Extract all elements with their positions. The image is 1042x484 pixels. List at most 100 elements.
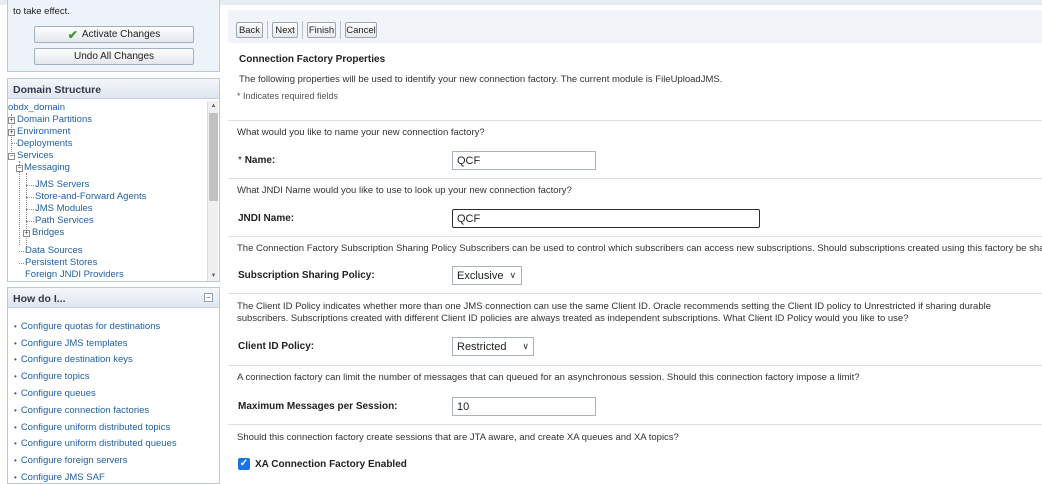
left-column: to take effect. ✔ Activate Changes Undo … xyxy=(7,0,220,484)
how-do-i-link[interactable]: Configure topics xyxy=(21,371,90,382)
bullet-icon: • xyxy=(14,422,17,432)
bullet-icon: • xyxy=(14,355,17,365)
name-label-text: Name: xyxy=(244,155,276,166)
chevron-down-icon: ∨ xyxy=(509,270,517,280)
how-do-i-link[interactable]: Configure JMS templates xyxy=(21,338,128,349)
domain-structure-panel: Domain Structure obdx_domain + Domain Pa… xyxy=(7,78,220,282)
list-item[interactable]: • Configure destination keys xyxy=(14,352,177,369)
how-do-i-list: • Configure quotas for destinations • Conf… xyxy=(14,318,177,484)
toolbar-separator xyxy=(302,21,303,39)
tree-item-deployments[interactable]: Deployments xyxy=(17,138,72,149)
bullet-icon: • xyxy=(14,456,17,466)
name-input[interactable] xyxy=(452,151,596,170)
tree-item-domain-partitions[interactable]: Domain Partitions xyxy=(17,114,92,125)
next-button[interactable]: Next xyxy=(272,22,298,38)
list-item[interactable]: • Configure JMS SAF xyxy=(14,469,177,484)
how-do-i-link[interactable]: Configure quotas for destinations xyxy=(21,321,160,332)
tree-scrollbar[interactable]: ▲ ▼ xyxy=(207,101,218,281)
toolbar-separator xyxy=(340,21,341,39)
how-do-i-link[interactable]: Configure uniform distributed topics xyxy=(21,422,170,433)
bullet-icon: • xyxy=(14,473,17,483)
scroll-thumb[interactable] xyxy=(209,113,218,201)
intro-text: The following properties will be used to… xyxy=(239,74,723,85)
tree-connector xyxy=(19,161,20,245)
how-do-i-link[interactable]: Configure uniform distributed queues xyxy=(21,438,177,449)
tree-item-obdx-domain[interactable]: obdx_domain xyxy=(8,102,65,113)
how-do-i-link[interactable]: Configure JMS SAF xyxy=(21,472,105,483)
tree-item-data-sources[interactable]: Data Sources xyxy=(25,245,83,256)
scroll-up-icon[interactable]: ▲ xyxy=(208,101,219,111)
list-item[interactable]: • Configure uniform distributed queues xyxy=(14,436,177,453)
client-id-value: Restricted xyxy=(457,340,507,353)
chevron-down-icon: ∨ xyxy=(522,341,529,351)
bullet-icon: • xyxy=(14,372,17,382)
how-do-i-panel: How do I... − • Configure quotas for dest… xyxy=(7,287,220,484)
list-item[interactable]: • Configure uniform distributed topics xyxy=(14,419,177,436)
bullet-icon: • xyxy=(14,321,17,331)
wizard-toolbar: Back Next Finish Cancel xyxy=(228,10,1042,43)
jndi-label: JNDI Name: xyxy=(238,213,295,224)
expand-icon[interactable]: + xyxy=(8,117,15,124)
activate-changes-button[interactable]: ✔ Activate Changes xyxy=(34,26,194,43)
jndi-question: What JNDI Name would you like to use to … xyxy=(237,185,572,196)
divider xyxy=(228,178,1042,179)
expand-icon[interactable]: + xyxy=(8,129,15,136)
tree-item-bridges[interactable]: Bridges xyxy=(32,227,64,238)
how-do-i-link[interactable]: Configure queues xyxy=(21,388,96,399)
expand-icon[interactable]: + xyxy=(23,230,30,237)
scroll-down-icon[interactable]: ▼ xyxy=(208,271,219,281)
change-center-panel: to take effect. ✔ Activate Changes Undo … xyxy=(7,0,220,72)
tree-item-jms-modules[interactable]: JMS Modules xyxy=(35,203,93,214)
back-button[interactable]: Back xyxy=(236,22,263,38)
tree-item-foreign-jndi-providers[interactable]: Foreign JNDI Providers xyxy=(25,269,124,280)
domain-tree: obdx_domain + Domain Partitions + Enviro… xyxy=(8,101,208,281)
max-messages-input[interactable] xyxy=(452,397,596,416)
list-item[interactable]: • Configure queues xyxy=(14,385,177,402)
tree-item-environment[interactable]: Environment xyxy=(17,126,70,137)
tree-connector xyxy=(26,197,34,198)
tree-connector xyxy=(26,221,34,222)
tree-item-services[interactable]: Services xyxy=(17,150,53,161)
tree-item-jms-servers[interactable]: JMS Servers xyxy=(35,179,89,190)
client-id-question: The Client ID Policy indicates whether m… xyxy=(237,301,992,324)
toolbar-separator xyxy=(267,21,268,39)
list-item[interactable]: • Configure quotas for destinations xyxy=(14,318,177,335)
sharing-policy-value: Exclusive xyxy=(457,269,504,282)
jndi-name-input[interactable] xyxy=(452,209,760,228)
xa-enabled-label: XA Connection Factory Enabled xyxy=(255,459,407,470)
how-do-i-link[interactable]: Configure foreign servers xyxy=(21,455,128,466)
checkmark-icon: ✔ xyxy=(67,27,78,42)
divider xyxy=(228,120,1042,121)
finish-button[interactable]: Finish xyxy=(307,22,336,38)
list-item[interactable]: • Configure connection factories xyxy=(14,402,177,419)
how-do-i-link[interactable]: Configure destination keys xyxy=(21,354,133,365)
tree-item-path-services[interactable]: Path Services xyxy=(35,215,94,226)
name-label: * Name: xyxy=(238,155,275,166)
tree-item-persistent-stores[interactable]: Persistent Stores xyxy=(25,257,97,268)
undo-all-changes-button[interactable]: Undo All Changes xyxy=(34,48,194,65)
section-title: Connection Factory Properties xyxy=(239,54,386,65)
list-item[interactable]: • Configure topics xyxy=(14,368,177,385)
required-star: * xyxy=(238,155,242,166)
max-messages-label: Maximum Messages per Session: xyxy=(238,401,398,412)
bullet-icon: • xyxy=(14,439,17,449)
change-center-text: to take effect. xyxy=(13,6,70,17)
bullet-icon: • xyxy=(14,405,17,415)
tree-connector xyxy=(19,251,24,252)
collapse-icon[interactable]: − xyxy=(16,165,23,172)
client-id-select[interactable]: Restricted ∨ xyxy=(452,337,534,356)
sharing-policy-select[interactable]: Exclusive ∨ xyxy=(452,266,522,285)
list-item[interactable]: • Configure foreign servers xyxy=(14,452,177,469)
collapse-icon[interactable]: − xyxy=(8,153,15,160)
tree-item-messaging[interactable]: Messaging xyxy=(24,162,70,173)
tree-item-store-and-forward-agents[interactable]: Store-and-Forward Agents xyxy=(35,191,146,202)
list-item[interactable]: • Configure JMS templates xyxy=(14,335,177,352)
xa-enabled-checkbox[interactable]: ✓ xyxy=(238,458,250,470)
name-question: What would you like to name your new con… xyxy=(237,127,485,138)
required-note: * Indicates required fields xyxy=(237,91,339,101)
sharing-policy-label: Subscription Sharing Policy: xyxy=(238,270,375,281)
collapse-panel-icon[interactable]: − xyxy=(204,293,213,302)
bullet-icon: • xyxy=(14,389,17,399)
cancel-button[interactable]: Cancel xyxy=(345,22,377,38)
how-do-i-link[interactable]: Configure connection factories xyxy=(21,405,149,416)
